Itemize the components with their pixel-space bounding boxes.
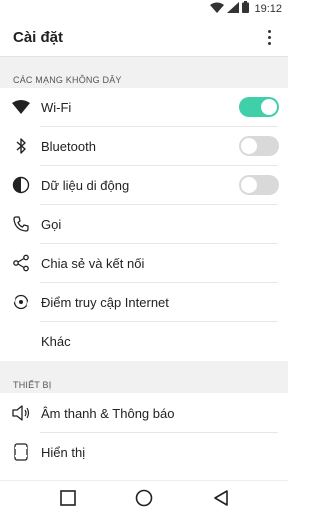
status-bar: 19:12 (0, 0, 288, 18)
bluetooth-label: Bluetooth (41, 139, 96, 154)
display-label: Hiển thị (41, 445, 86, 460)
settings-row-more[interactable]: Khác (0, 322, 288, 361)
bluetooth-icon (11, 136, 31, 156)
bluetooth-toggle[interactable] (239, 136, 279, 156)
settings-row-display[interactable]: Hiển thị (0, 433, 288, 472)
status-time: 19:12 (254, 3, 282, 15)
settings-row-bluetooth[interactable]: Bluetooth (0, 127, 288, 166)
settings-row-share[interactable]: Chia sẻ và kết nối (0, 244, 288, 283)
back-triangle-icon[interactable] (211, 489, 231, 507)
app-bar: Cài đặt (0, 18, 288, 57)
recents-square-icon[interactable] (58, 489, 78, 507)
speaker-icon (11, 403, 31, 423)
wifi-toggle[interactable] (239, 97, 279, 117)
signal-icon (227, 0, 240, 18)
call-label: Gọi (41, 217, 62, 232)
phone-icon (11, 214, 31, 234)
page-title: Cài đặt (13, 29, 64, 46)
status-icons: 19:12 (210, 0, 282, 18)
mobile-data-label: Dữ liệu di động (41, 178, 130, 193)
navigation-bar (0, 480, 288, 513)
home-circle-icon[interactable] (134, 489, 154, 507)
settings-row-wifi[interactable]: Wi-Fi (0, 88, 288, 127)
sound-label: Âm thanh & Thông báo (41, 406, 175, 421)
wifi-label: Wi-Fi (41, 100, 72, 115)
overflow-menu-icon[interactable] (259, 26, 279, 48)
settings-row-sound[interactable]: Âm thanh & Thông báo (0, 394, 288, 433)
mobile-data-icon (11, 175, 31, 195)
battery-icon (242, 0, 250, 18)
settings-row-hotspot[interactable]: Điểm truy cập Internet (0, 283, 288, 322)
display-icon (11, 442, 31, 462)
mobile-data-toggle[interactable] (239, 175, 279, 195)
more-label: Khác (41, 334, 71, 349)
share-label: Chia sẻ và kết nối (41, 256, 145, 271)
share-icon (11, 253, 31, 273)
hotspot-icon (11, 292, 31, 312)
settings-row-mobile-data[interactable]: Dữ liệu di động (0, 166, 288, 205)
settings-row-call[interactable]: Gọi (0, 205, 288, 244)
section-header-device: THIẾT BỊ (13, 380, 52, 390)
section-header-wireless: CÁC MẠNG KHÔNG DÂY (13, 75, 122, 85)
hotspot-label: Điểm truy cập Internet (41, 295, 169, 310)
wifi-icon (11, 97, 31, 117)
wifi-icon (210, 0, 225, 18)
